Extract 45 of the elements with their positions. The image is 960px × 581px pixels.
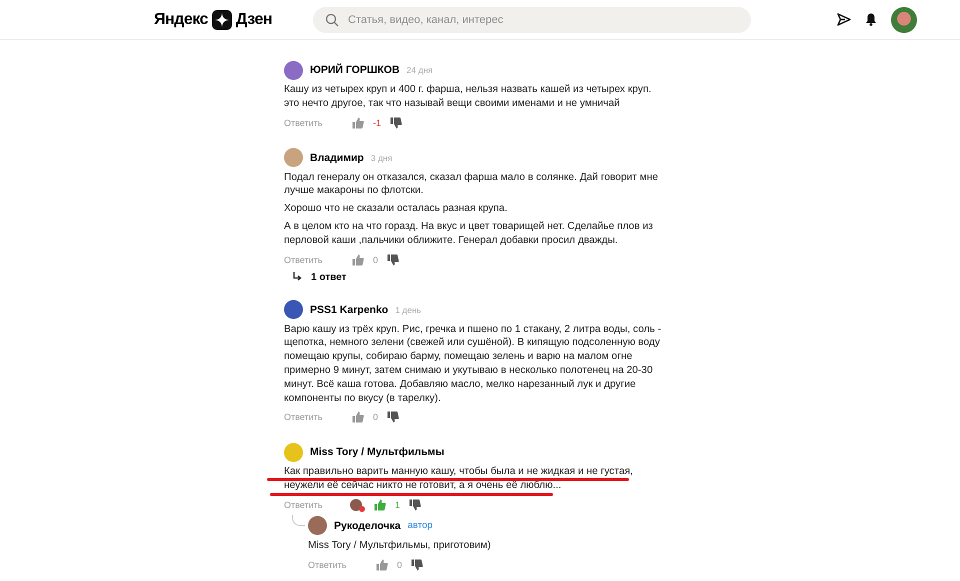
search-field[interactable]: Статья, видео, канал, интерес [313,6,752,32]
comment-time: 3 дня [370,152,392,163]
author-name[interactable]: PSS1 Karpenko [310,304,388,316]
search-icon [325,12,340,26]
comment-text: Кашу из четырех круп и 400 г. фарша, нельзя назвать кашей из четырех круп. это нечто другое, так что называй вещи своими именами и не умничай [284,83,652,111]
thumbs-up-icon[interactable] [352,116,364,129]
author-label: автор [408,520,433,532]
user-avatar[interactable] [284,60,303,80]
logo-text: Яндекс [154,10,208,28]
thumbs-up-icon[interactable] [376,558,388,571]
author-name[interactable]: ЮРИЙ ГОРШКОВ [310,64,400,76]
logo-text: Дзен [236,10,272,28]
thumbs-down-icon[interactable] [390,116,402,129]
thumbs-up-icon[interactable] [352,254,364,266]
vote-count: 0 [373,412,378,422]
comment-text: А в целом кто на что горазд. На вкус и цвет товарищей нет. Сделайье плов из перловой каши ,пальчики оближите. Генерал добавки просил дважды. [284,220,654,248]
thread-line [292,514,305,526]
author-name[interactable]: Рукоделочка [334,520,401,532]
comment-text: Miss Tory / Мультфильмы, приготовим) [308,538,492,553]
author-name[interactable]: Владимир [310,152,364,164]
user-avatar[interactable] [284,300,303,320]
author-name[interactable]: Miss Tory / Мультфильмы [310,446,444,458]
thumbs-down-icon[interactable] [411,558,424,571]
user-avatar[interactable] [308,516,327,536]
logo-icon [212,10,232,30]
vote-count: 0 [373,254,378,265]
thumbs-up-icon[interactable] [374,498,386,511]
vote-count: 1 [395,500,400,510]
comment-time: 24 дня [406,65,433,75]
send-icon[interactable] [837,13,851,26]
comment-text: Как правильно варить манную кашу, чтобы была и не жидкая и не густая, неужели её сейчас никто не готовит, а я очень её люблю... [284,465,634,493]
comment-time: 1 день [395,304,422,315]
comment-text: Варю кашу из трёх круп. Рис, гречка и пшено по 1 стакану, 2 литра воды, соль - щепотка, немного зелени (свежей или сушёной). В кипящую подсоленную воду помещаю крупы, собираю барму, помещаю зелень и варю на малом огне примерно 9 минут, затем снимаю и укутываю в несколько полотенец на 20-30 минут. Всё каша готова. Добавляю масло, мелко нарезанный лук и другие компоненты по вкусу (в тарелку). [284,322,662,406]
user-avatar[interactable] [891,6,917,32]
thumbs-down-icon[interactable] [409,498,422,511]
thumbs-down-icon[interactable] [387,254,400,266]
vote-count: -1 [373,118,382,128]
thumbs-down-icon[interactable] [387,411,400,424]
reply-arrow-icon [292,272,302,282]
vote-count: 0 [397,560,402,570]
replies-link[interactable]: 1 ответ [284,272,944,283]
thumbs-up-icon[interactable] [352,411,364,424]
comment-text: Хорошо что не сказали осталась разная крупа. [284,202,508,216]
comment-text: Подал генералу он отказался, сказал фарша мало в солянке. Дай говорит мне лучше макароны по флотски. [284,170,660,198]
bell-icon[interactable] [865,13,877,26]
